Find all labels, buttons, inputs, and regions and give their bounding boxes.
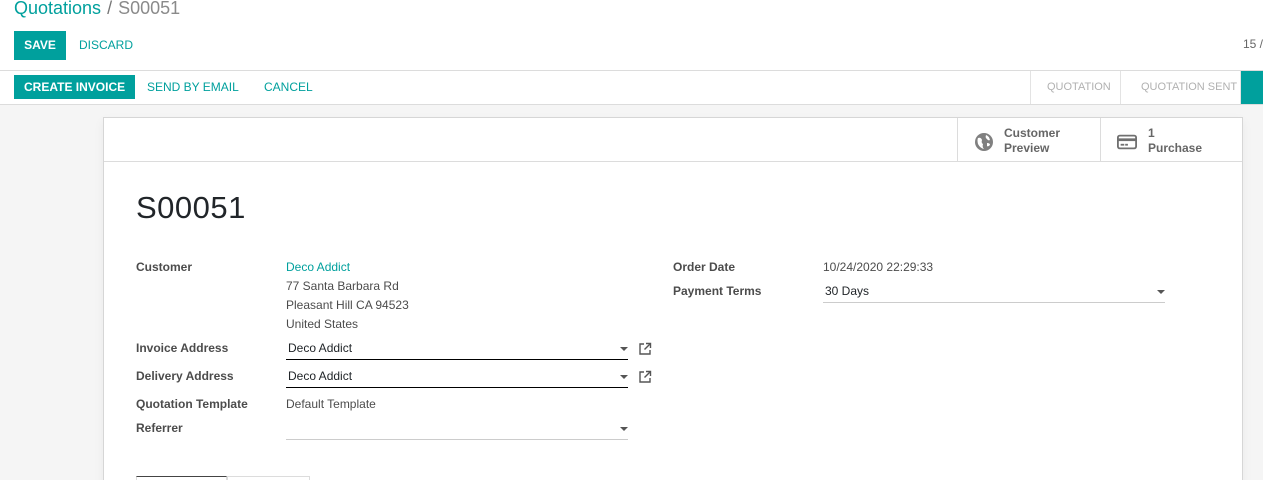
invoice-address-field[interactable]: Deco Addict [286, 338, 628, 360]
external-link-icon[interactable] [638, 370, 652, 384]
invoice-address-value: Deco Addict [288, 341, 353, 355]
send-by-email-button[interactable]: SEND BY EMAIL [147, 75, 239, 99]
status-bar: CREATE INVOICE SEND BY EMAIL CANCEL QUOT… [0, 71, 1263, 105]
referrer-field[interactable] [286, 418, 628, 440]
stage-quotation-sent-label: QUOTATION SENT [1141, 81, 1238, 93]
customer-address-line1: 77 Santa Barbara Rd [286, 279, 399, 293]
payment-terms-field[interactable]: 30 Days [823, 281, 1165, 303]
delivery-address-value: Deco Addict [288, 369, 353, 383]
pager-counter[interactable]: 15 / [1243, 37, 1263, 51]
order-date-value[interactable]: 10/24/2020 22:29:33 [823, 260, 933, 274]
breadcrumb: Quotations / S00051 [14, 0, 180, 19]
external-link-icon[interactable] [638, 342, 652, 356]
delivery-address-field[interactable]: Deco Addict [286, 366, 628, 388]
chevron-down-icon[interactable] [620, 427, 628, 431]
chevron-down-icon[interactable] [1157, 290, 1165, 294]
order-date-label: Order Date [673, 260, 736, 274]
invoice-address-label: Invoice Address [136, 341, 229, 355]
globe-icon [975, 133, 993, 151]
customer-preview-line1: Customer [1004, 126, 1061, 140]
chevron-down-icon[interactable] [620, 375, 628, 379]
breadcrumb-quotations-link[interactable]: Quotations [14, 0, 101, 18]
record-title: S00051 [136, 190, 246, 225]
delivery-address-label: Delivery Address [136, 369, 234, 383]
discard-button[interactable]: DISCARD [79, 31, 133, 60]
stage-pipeline: QUOTATION QUOTATION SENT S [1030, 71, 1263, 104]
create-invoice-button[interactable]: CREATE INVOICE [14, 75, 136, 99]
customer-preview-text: Customer Preview [1004, 126, 1060, 156]
stage-quotation-sent[interactable]: QUOTATION SENT [1120, 71, 1250, 104]
breadcrumb-current: S00051 [118, 0, 181, 18]
referrer-label: Referrer [136, 421, 183, 435]
customer-link[interactable]: Deco Addict [286, 260, 350, 274]
credit-card-icon [1117, 134, 1137, 150]
form-sheet: Customer Preview 1 Purchase S00051 Custo… [103, 117, 1243, 480]
stage-quotation-label: QUOTATION [1047, 81, 1111, 93]
stage-sales-order[interactable]: S [1240, 71, 1263, 104]
save-button[interactable]: SAVE [14, 31, 66, 60]
purchase-text: 1 Purchase [1148, 126, 1202, 156]
payment-terms-value: 30 Days [825, 284, 870, 298]
payment-terms-label: Payment Terms [673, 284, 762, 298]
purchase-button[interactable]: 1 Purchase [1100, 118, 1242, 162]
customer-preview-button[interactable]: Customer Preview [957, 118, 1100, 162]
customer-address-line3: United States [286, 317, 359, 331]
quotation-template-value[interactable]: Default Template [286, 397, 376, 411]
smart-button-box: Customer Preview 1 Purchase [104, 118, 1242, 162]
purchase-label: Purchase [1148, 141, 1203, 155]
purchase-count: 1 [1148, 126, 1155, 140]
chevron-down-icon[interactable] [620, 347, 628, 351]
customer-address-line2: Pleasant Hill CA 94523 [286, 298, 409, 312]
tab-optional-products[interactable] [227, 476, 310, 480]
customer-label: Customer [136, 260, 193, 274]
quotation-template-label: Quotation Template [136, 397, 248, 411]
breadcrumb-separator: / [107, 0, 113, 18]
customer-preview-line2: Preview [1004, 141, 1050, 155]
cancel-button[interactable]: CANCEL [264, 75, 313, 99]
tab-order-lines[interactable] [136, 476, 227, 480]
control-panel: Quotations / S00051 SAVE DISCARD 15 / [0, 0, 1263, 71]
stage-quotation[interactable]: QUOTATION [1030, 71, 1120, 104]
